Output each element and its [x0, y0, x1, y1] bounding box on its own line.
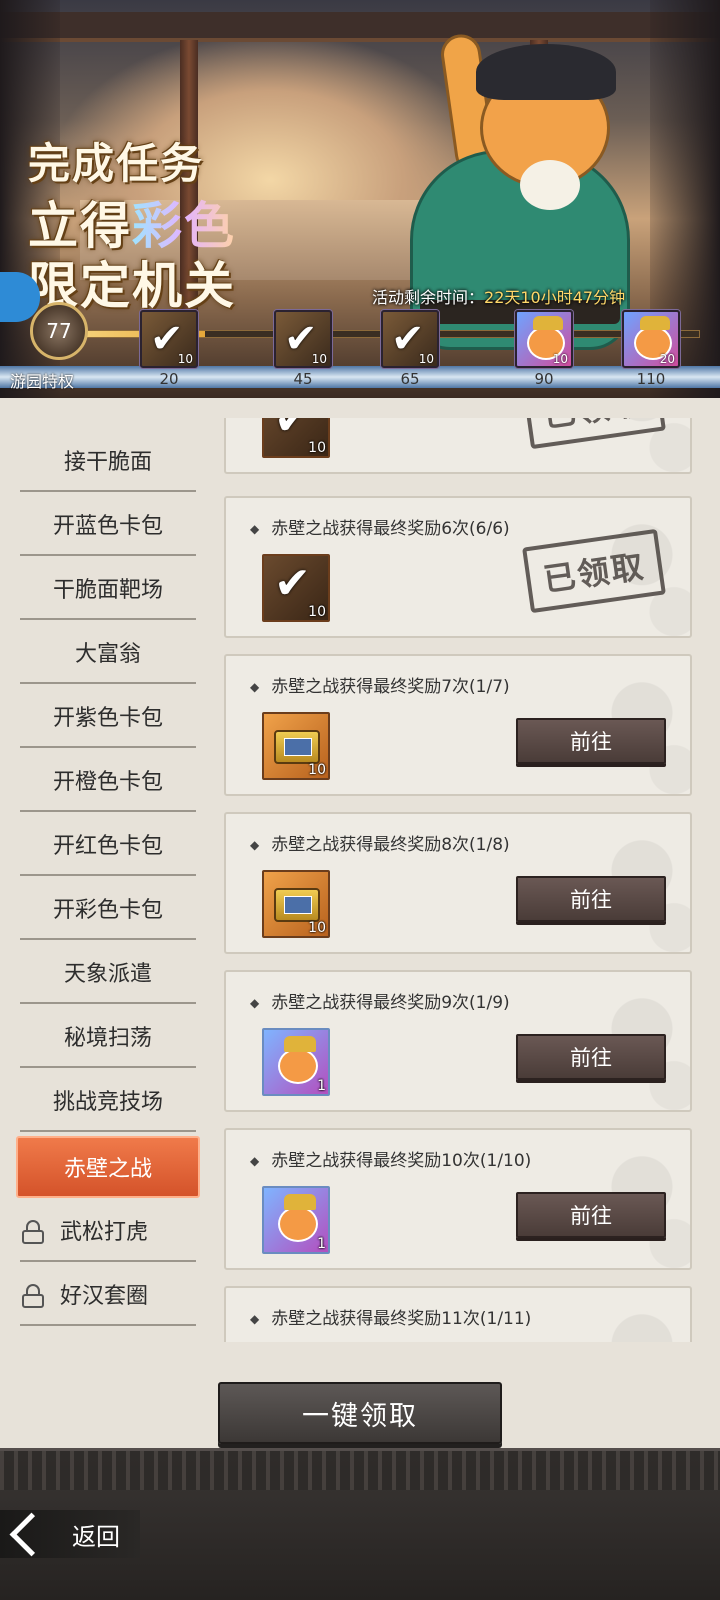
lock-icon	[20, 1284, 46, 1308]
sidebar-item[interactable]: 挑战竞技场	[20, 1070, 196, 1132]
sidebar-item[interactable]: 天象派遣	[20, 942, 196, 1004]
banner-roof	[0, 12, 720, 42]
sidebar-item[interactable]: 开橙色卡包	[20, 750, 196, 812]
sidebar-item[interactable]: 开蓝色卡包	[20, 494, 196, 556]
task-card: 赤壁之战获得最终奖励10次(1/10) 1 前往	[224, 1128, 692, 1270]
task-card: 赤壁之战获得最终奖励7次(1/7) 10 前往	[224, 654, 692, 796]
game-screen: 完成任务 立得彩色 限定机关 活动剩余时间：22天10小时47分钟 游园特权 7…	[0, 0, 720, 1600]
privilege-label[interactable]: 游园特权	[10, 368, 74, 392]
milestone-threshold: 65	[400, 370, 420, 388]
task-panel: 接干脆面 开蓝色卡包 干脆面靶场 大富翁 开紫色卡包 开橙色卡包 开红色卡包 开…	[0, 398, 720, 1448]
sidebar-item-label: 好汉套圈	[60, 1284, 149, 1309]
milestone-count: 20	[659, 352, 675, 366]
go-button[interactable]: 前往	[516, 1034, 666, 1080]
task-title: 赤壁之战获得最终奖励7次(1/7)	[250, 672, 509, 697]
go-button[interactable]: 前往	[516, 876, 666, 922]
sidebar-item-label: 武松打虎	[60, 1220, 149, 1245]
task-title: 赤壁之战获得最终奖励10次(1/10)	[250, 1146, 531, 1171]
milestone-count: 10	[177, 352, 193, 366]
timer-value: 22天10小时47分钟	[484, 288, 626, 307]
sidebar-item-active[interactable]: 赤壁之战	[16, 1136, 200, 1198]
milestone-threshold: 20	[159, 370, 179, 388]
sidebar-item[interactable]: 开红色卡包	[20, 814, 196, 876]
go-button[interactable]: 前往	[516, 718, 666, 764]
milestone-threshold: 110	[636, 370, 666, 388]
card-pack-icon	[274, 888, 320, 922]
milestone-reward[interactable]: ✔ 10	[140, 310, 198, 368]
milestone-threshold: 45	[293, 370, 313, 388]
milestone-reward[interactable]: ✔ 10	[274, 310, 332, 368]
task-card: 赤壁之战获得最终奖励8次(1/8) 10 前往	[224, 812, 692, 954]
go-button[interactable]: 前往	[516, 1192, 666, 1238]
milestone-reward[interactable]: 10	[515, 310, 573, 368]
reward-qty: 10	[308, 920, 326, 936]
checkmark-icon: ✔	[274, 418, 311, 445]
sidebar-item[interactable]: 干脆面靶场	[20, 558, 196, 620]
reward-qty: 10	[308, 762, 326, 778]
reward-item[interactable]: 1	[262, 1186, 330, 1254]
level-badge: 77	[30, 302, 88, 360]
sidebar-item[interactable]: 开彩色卡包	[20, 878, 196, 940]
event-banner: 完成任务 立得彩色 限定机关 活动剩余时间：22天10小时47分钟 游园特权 7…	[0, 0, 720, 398]
timer-label: 活动剩余时间：	[372, 288, 485, 307]
reward-item[interactable]: ✔ 10	[262, 554, 330, 622]
milestone-count: 10	[418, 352, 434, 366]
reward-item[interactable]: 10	[262, 870, 330, 938]
task-title: 赤壁之战获得最终奖励9次(1/9)	[250, 988, 509, 1013]
milestone-count: 10	[311, 352, 327, 366]
milestone-threshold: 90	[534, 370, 554, 388]
reward-item[interactable]: 10	[262, 712, 330, 780]
reward-qty: 1	[317, 1236, 326, 1252]
cat-card-icon	[278, 1194, 318, 1242]
task-card: ✔10 已领取	[224, 418, 692, 474]
milestone-count: 10	[552, 352, 568, 366]
mascot-hat	[476, 44, 616, 100]
footer-pattern	[0, 1448, 720, 1490]
claim-all-button[interactable]: 一键领取	[218, 1382, 502, 1444]
sidebar-item[interactable]: 大富翁	[20, 622, 196, 684]
milestone-reward[interactable]: ✔ 10	[381, 310, 439, 368]
cat-card-icon	[278, 1036, 318, 1084]
task-card: 赤壁之战获得最终奖励9次(1/9) 1 前往	[224, 970, 692, 1112]
back-arrow-icon	[8, 1511, 54, 1557]
task-card: 赤壁之战获得最终奖励6次(6/6) ✔10 已领取	[224, 496, 692, 638]
back-button[interactable]: 返回	[0, 1510, 140, 1558]
sidebar-item[interactable]: 开紫色卡包	[20, 686, 196, 748]
sidebar-item[interactable]: 接干脆面	[20, 430, 196, 492]
threshold-bar	[0, 366, 720, 388]
reward-qty: 10	[308, 440, 326, 456]
sidebar-item-locked[interactable]: 好汉套圈	[20, 1264, 196, 1326]
sidebar-item[interactable]: 秘境扫荡	[20, 1006, 196, 1068]
task-title: 赤壁之战获得最终奖励11次(1/11)	[250, 1304, 531, 1329]
milestone-reward[interactable]: 20	[622, 310, 680, 368]
event-timer: 活动剩余时间：22天10小时47分钟	[372, 284, 625, 308]
lock-icon	[20, 1220, 46, 1244]
task-title: 赤壁之战获得最终奖励6次(6/6)	[250, 514, 509, 539]
task-title: 赤壁之战获得最终奖励8次(1/8)	[250, 830, 509, 855]
task-card: 赤壁之战获得最终奖励11次(1/11)	[224, 1286, 692, 1342]
card-pack-icon	[274, 730, 320, 764]
category-sidebar: 接干脆面 开蓝色卡包 干脆面靶场 大富翁 开紫色卡包 开橙色卡包 开红色卡包 开…	[16, 418, 202, 1338]
reward-item[interactable]: 1	[262, 1028, 330, 1096]
task-list[interactable]: ✔10 已领取 赤壁之战获得最终奖励6次(6/6) ✔10 已领取 赤壁之战获得…	[224, 418, 694, 1342]
back-label: 返回	[72, 1522, 120, 1551]
mascot-belly	[520, 160, 580, 210]
reward-item[interactable]: ✔ 10	[262, 418, 330, 458]
slogan-line-1: 完成任务	[28, 139, 205, 188]
sidebar-item-locked[interactable]: 武松打虎	[20, 1200, 196, 1262]
reward-qty: 1	[317, 1078, 326, 1094]
checkmark-icon: ✔	[274, 558, 311, 609]
reward-qty: 10	[308, 604, 326, 620]
